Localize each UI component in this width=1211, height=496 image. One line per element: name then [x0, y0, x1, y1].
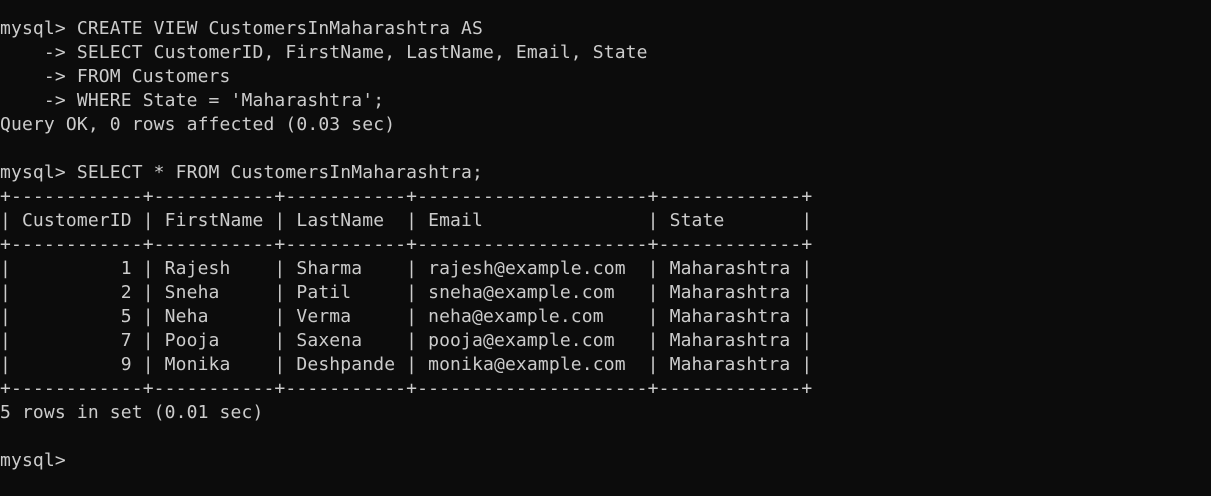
terminal-output[interactable]: mysql> CREATE VIEW CustomersInMaharashtr…	[0, 17, 1211, 496]
table-border-top: +------------+-----------+-----------+--…	[0, 186, 813, 207]
table-header-row: | CustomerID | FirstName | LastName | Em…	[0, 210, 813, 231]
table-row: | 2 | Sneha | Patil | sneha@example.com …	[0, 282, 813, 303]
command-line-create-view: mysql> CREATE VIEW CustomersInMaharashtr…	[0, 18, 483, 39]
command-continuation-where: -> WHERE State = 'Maharashtra';	[0, 90, 385, 111]
table-border-header: +------------+-----------+-----------+--…	[0, 234, 813, 255]
command-prompt[interactable]: mysql>	[0, 449, 1211, 473]
table-row: | 7 | Pooja | Saxena | pooja@example.com…	[0, 330, 813, 351]
result-summary: 5 rows in set (0.01 sec)	[0, 402, 264, 423]
query-status-message: Query OK, 0 rows affected (0.03 sec)	[0, 114, 396, 135]
table-row: | 5 | Neha | Verma | neha@example.com | …	[0, 306, 813, 327]
command-continuation-select: -> SELECT CustomerID, FirstName, LastNam…	[0, 42, 648, 63]
prompt-text: mysql>	[0, 450, 77, 471]
table-row: | 1 | Rajesh | Sharma | rajesh@example.c…	[0, 258, 813, 279]
command-line-select: mysql> SELECT * FROM CustomersInMaharash…	[0, 162, 483, 183]
table-border-bottom: +------------+-----------+-----------+--…	[0, 378, 813, 399]
table-row: | 9 | Monika | Deshpande | monika@exampl…	[0, 354, 813, 375]
command-continuation-from: -> FROM Customers	[0, 66, 231, 87]
